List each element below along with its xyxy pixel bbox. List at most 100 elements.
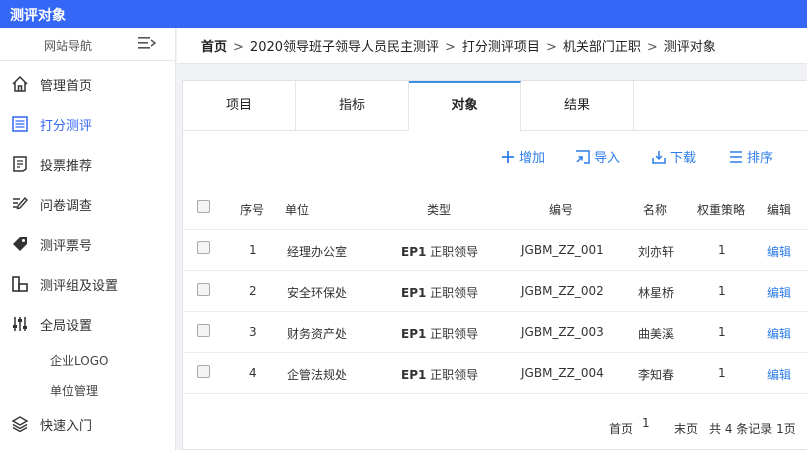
cell-unit: 经理办公室: [287, 245, 348, 259]
cell-code: JGBM_ZZ_001: [521, 243, 604, 257]
cell-type-code: EP1: [401, 327, 427, 341]
menu-collapse-icon[interactable]: [138, 35, 156, 51]
sidebar-header-label: 网站导航: [44, 39, 93, 53]
tag-icon: [13, 237, 27, 251]
row-divider: [183, 270, 807, 271]
list-icon: [12, 116, 28, 132]
sidebar-header: 网站导航: [0, 28, 176, 61]
tab-object[interactable]: 对象: [409, 81, 521, 132]
col-header-weight: 权重策略: [697, 203, 746, 217]
cell-type: EP1 正职领导: [401, 284, 478, 301]
cell-weight: 1: [718, 243, 726, 257]
pager-summary: 共 4 条记录 1页: [709, 422, 796, 436]
row-checkbox[interactable]: [197, 365, 210, 378]
home-icon: [12, 75, 28, 92]
cell-code: JGBM_ZZ_002: [521, 284, 604, 298]
tab-bar: 项目 指标 对象 结果: [183, 81, 807, 132]
add-button-label: 增加: [519, 151, 546, 166]
cell-type: EP1 正职领导: [401, 325, 478, 342]
download-button-label: 下载: [670, 151, 697, 166]
cell-type: EP1 正职领导: [401, 366, 478, 383]
app-title: 测评对象: [10, 8, 66, 24]
row-divider: [183, 393, 807, 394]
row-checkbox[interactable]: [197, 283, 210, 296]
sidebar-item-vote[interactable]: 投票推荐: [0, 144, 176, 184]
sidebar-item-quickstart[interactable]: 快速入门: [0, 404, 176, 444]
sidebar-item-global-settings[interactable]: 全局设置: [0, 304, 176, 344]
cell-type: EP1 正职领导: [401, 243, 478, 260]
sidebar-subitem-logo[interactable]: 企业LOGO: [50, 352, 108, 369]
import-button[interactable]: 导入: [575, 147, 620, 167]
sidebar-item-label: 投票推荐: [40, 159, 93, 174]
sidebar-item-tickets[interactable]: 测评票号: [0, 224, 176, 264]
row-checkbox[interactable]: [197, 241, 210, 254]
col-header-index: 序号: [240, 203, 265, 217]
download-button[interactable]: 下载: [651, 147, 696, 167]
grid-icon: [12, 276, 28, 292]
sort-button-label: 排序: [747, 151, 774, 166]
sliders-icon: [13, 317, 27, 331]
cell-weight: 1: [718, 284, 726, 298]
cell-name: 林星桥: [638, 286, 675, 300]
cell-index: 1: [249, 243, 257, 257]
cell-type-label: 正职领导: [430, 368, 479, 382]
sort-button[interactable]: 排序: [728, 147, 773, 167]
breadcrumb-item[interactable]: 机关部门正职: [563, 40, 641, 55]
row-checkbox[interactable]: [197, 324, 210, 337]
edit-link[interactable]: 编辑: [767, 366, 791, 383]
cell-name: 曲美溪: [638, 327, 675, 341]
select-all-checkbox[interactable]: [197, 200, 210, 213]
sidebar-item-scoring[interactable]: 打分测评: [0, 104, 176, 144]
col-header-name: 名称: [643, 203, 668, 217]
edit-link[interactable]: 编辑: [767, 325, 791, 342]
sidebar-item-groups[interactable]: 测评组及设置: [0, 264, 176, 304]
cell-type-label: 正职领导: [430, 327, 479, 341]
col-header-unit: 单位: [285, 203, 310, 217]
sidebar-item-label: 打分测评: [40, 119, 93, 134]
cell-code: JGBM_ZZ_003: [521, 325, 604, 339]
breadcrumb-item[interactable]: 2020领导班子领导人员民主测评: [250, 40, 439, 55]
app-header: 测评对象: [0, 0, 807, 28]
breadcrumb-bar: 首页 >2020领导班子领导人员民主测评 > 打分测评项目 > 机关部门正职 > 测评对象: [177, 28, 807, 64]
col-header-edit: 编辑: [767, 203, 792, 217]
row-divider: [183, 229, 807, 230]
breadcrumb-separator: >: [545, 40, 557, 55]
breadcrumb-home[interactable]: 首页: [201, 40, 227, 55]
breadcrumb-separator: >: [233, 40, 244, 55]
download-icon: [652, 151, 666, 164]
sidebar: 网站导航 管理首页 打分测评 投票推荐 问卷调查 测评票号 测评组及设置 全局设…: [0, 28, 176, 450]
breadcrumb-current: 测评对象: [663, 40, 716, 55]
cell-type-label: 正职领导: [430, 286, 479, 300]
menu-icon: [730, 151, 742, 163]
sidebar-item-label: 测评票号: [40, 239, 93, 254]
cell-name: 李知春: [638, 368, 675, 382]
tab-indicator[interactable]: 指标: [296, 81, 409, 131]
import-icon: [576, 150, 590, 164]
breadcrumb-item[interactable]: 打分测评项目: [462, 40, 540, 55]
pager-first[interactable]: 首页: [609, 420, 633, 444]
sidebar-item-label: 管理首页: [40, 79, 93, 94]
edit-link[interactable]: 编辑: [767, 243, 791, 260]
sidebar-item-label: 测评组及设置: [40, 279, 119, 294]
cell-weight: 1: [718, 366, 726, 380]
tab-project[interactable]: 项目: [183, 81, 296, 131]
cell-unit: 企管法规处: [287, 368, 348, 382]
pager-current-page[interactable]: 1: [642, 416, 650, 440]
pager-last[interactable]: 末页: [674, 420, 698, 444]
cell-type-label: 正职领导: [430, 245, 479, 259]
add-button[interactable]: 增加: [500, 147, 545, 167]
breadcrumb-separator: >: [445, 40, 456, 55]
sidebar-subitem-units[interactable]: 单位管理: [50, 382, 98, 399]
sidebar-item-label: 问卷调查: [40, 199, 93, 214]
edit-link[interactable]: 编辑: [767, 284, 791, 301]
sidebar-item-label: 全局设置: [40, 319, 93, 334]
cell-unit: 财务资产处: [287, 327, 348, 341]
tab-result[interactable]: 结果: [521, 81, 634, 131]
vote-icon: [13, 156, 27, 172]
layers-icon: [11, 416, 29, 433]
cell-type-code: EP1: [401, 368, 427, 382]
sidebar-item-home[interactable]: 管理首页: [0, 64, 176, 104]
edit-icon: [13, 196, 28, 210]
cell-type-code: EP1: [401, 286, 427, 300]
sidebar-item-survey[interactable]: 问卷调查: [0, 184, 176, 224]
